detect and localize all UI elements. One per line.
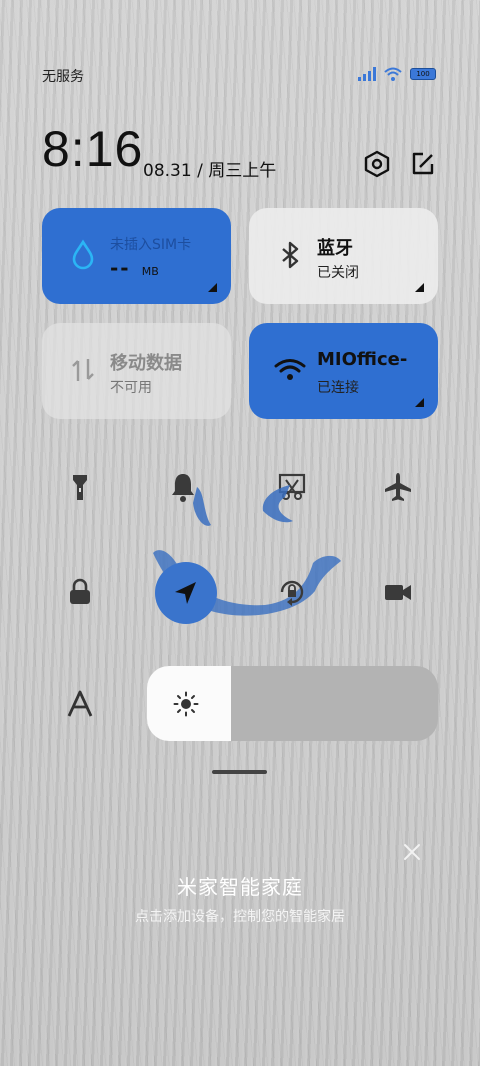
smart-home-title[interactable]: 米家智能家庭 — [0, 871, 480, 900]
mobile-data-status: 不可用 — [110, 380, 152, 396]
clock-time: 8:16 — [42, 121, 144, 177]
sim-status-label: 未插入SIM卡 — [110, 237, 192, 253]
airplane-icon[interactable] — [380, 469, 416, 505]
data-usage-value: -- — [110, 256, 131, 280]
bluetooth-title: 蓝牙 — [317, 238, 353, 259]
rotate-lock-icon[interactable] — [274, 574, 310, 610]
smart-home-subtitle[interactable]: 点击添加设备，控制您的智能家居 — [0, 906, 480, 926]
carrier-status: 无服务 — [42, 69, 84, 85]
sun-icon — [173, 691, 199, 717]
bluetooth-status: 已关闭 — [317, 265, 359, 281]
signal-icon — [358, 67, 376, 81]
edit-icon[interactable] — [409, 150, 437, 178]
data-usage-unit: MB — [141, 265, 159, 278]
gear-hexagon-icon[interactable] — [363, 150, 391, 178]
wifi-status-icon — [384, 67, 402, 81]
tile-expand-corner — [415, 283, 424, 292]
mobile-data-tile[interactable]: 移动数据 不可用 — [42, 323, 231, 419]
status-icons: 100 — [358, 67, 436, 81]
brightness-slider[interactable] — [147, 666, 438, 741]
drag-handle[interactable] — [212, 770, 267, 774]
mobile-data-title: 移动数据 — [110, 353, 182, 374]
battery-indicator: 100 — [410, 68, 436, 80]
location-arrow-icon — [175, 582, 196, 604]
lock-icon[interactable] — [62, 574, 98, 610]
close-icon[interactable] — [400, 840, 424, 864]
bluetooth-icon — [282, 241, 299, 269]
font-a-icon[interactable] — [62, 686, 98, 722]
date-text: 08.31 / 周三上午 — [143, 161, 277, 181]
location-toggle[interactable] — [155, 562, 217, 624]
wifi-status: 已连接 — [317, 380, 359, 396]
wifi-icon — [274, 359, 306, 380]
data-usage-tile[interactable]: 未插入SIM卡 -- MB — [42, 208, 231, 304]
bluetooth-tile[interactable]: 蓝牙 已关闭 — [249, 208, 438, 304]
tile-expand-corner — [208, 283, 217, 292]
tile-expand-corner — [415, 398, 424, 407]
wifi-tile[interactable]: MIOffice- 已连接 — [249, 323, 438, 419]
wifi-network-name: MIOffice- — [317, 349, 408, 370]
data-usage-value-row: -- MB — [110, 256, 159, 280]
video-camera-icon[interactable] — [380, 574, 416, 610]
data-arrows-icon — [72, 359, 94, 381]
flashlight-icon[interactable] — [62, 469, 98, 505]
water-drop-icon — [72, 239, 94, 270]
